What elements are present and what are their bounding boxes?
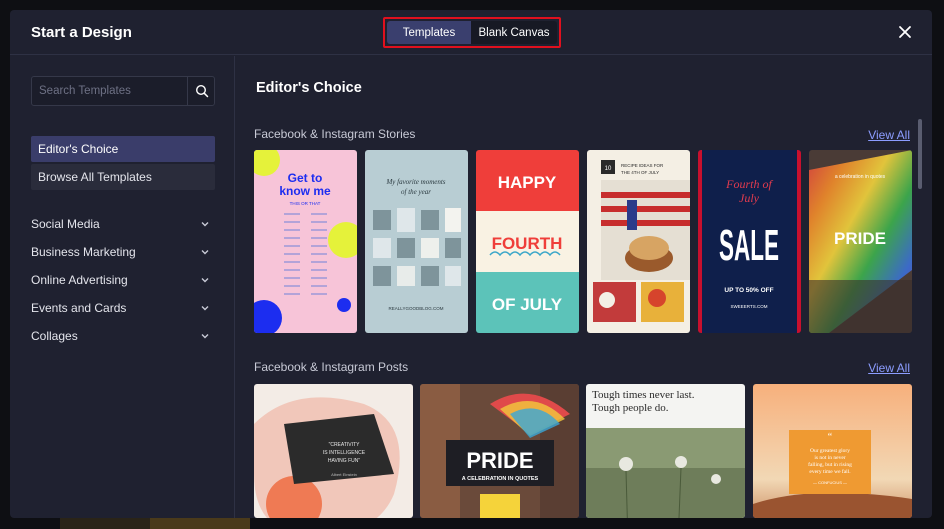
template-text: OF JULY: [492, 295, 563, 314]
category-label: Events and Cards: [31, 301, 127, 315]
template-text: of the year: [401, 188, 431, 196]
category-business-marketing[interactable]: Business Marketing: [31, 242, 215, 262]
template-text: Albert Einstein: [331, 472, 357, 477]
template-text: UP TO 50% OFF: [724, 287, 773, 294]
tab-templates[interactable]: Templates: [387, 21, 471, 44]
tab-blank-canvas[interactable]: Blank Canvas: [471, 21, 557, 44]
template-text: Get to: [288, 171, 323, 185]
section-label-posts: Facebook & Instagram Posts: [254, 360, 409, 374]
template-text: 10: [605, 166, 612, 172]
template-thumbnail[interactable]: My favorite moments of the year REALLYGO…: [365, 150, 468, 333]
template-text: — CONFUCIUS —: [813, 480, 847, 485]
template-thumbnail[interactable]: PRIDE A CELEBRATION IN QUOTES: [420, 384, 579, 518]
template-text: IS INTELLIGENCE: [323, 450, 366, 456]
category-label: Business Marketing: [31, 245, 136, 259]
template-text: THIS OR THAT: [290, 201, 321, 206]
template-text: SALE: [719, 221, 779, 270]
close-button[interactable]: [896, 23, 914, 41]
template-text: FOURTH: [492, 234, 563, 253]
template-text: THE 4TH OF JULY: [621, 170, 659, 175]
template-text: every time we fall.: [809, 468, 851, 475]
nav-editors-choice[interactable]: Editor's Choice: [31, 136, 215, 162]
search-icon: [195, 84, 208, 98]
mode-toggle: Templates Blank Canvas: [383, 17, 561, 48]
category-social-media[interactable]: Social Media: [31, 214, 215, 234]
template-text: falling, but in rising: [808, 461, 852, 468]
category-events-and-cards[interactable]: Events and Cards: [31, 298, 215, 318]
template-text: RECIPE IDEAS FOR: [621, 163, 664, 168]
modal-header: Start a Design Templates Blank Canvas: [10, 10, 932, 55]
template-text: "CREATIVITY: [329, 442, 361, 448]
svg-text:“: “: [828, 432, 833, 443]
template-thumbnail[interactable]: HAPPY FOURTH OF JULY: [476, 150, 579, 333]
template-text: Tough people do.: [592, 402, 669, 414]
template-text: a celebration in quotes: [835, 174, 886, 180]
template-text: HAPPY: [498, 173, 557, 192]
template-text: Tough times never last.: [592, 389, 695, 401]
template-thumbnail[interactable]: 10 RECIPE IDEAS FOR THE 4TH OF JULY: [587, 150, 690, 333]
template-thumbnail[interactable]: “ Our greatest glory is not in never fal…: [753, 384, 912, 518]
chevron-down-icon: [201, 278, 209, 283]
chevron-down-icon: [201, 334, 209, 339]
template-text: SWEEERTS.COM: [731, 304, 768, 309]
template-text: REALLYGOODBLOG.COM: [389, 306, 444, 311]
view-all-posts-link[interactable]: View All: [868, 361, 910, 375]
template-text: July: [739, 191, 760, 205]
chevron-down-icon: [201, 222, 209, 227]
template-thumbnail[interactable]: a celebration in quotes PRIDE: [809, 150, 912, 333]
main-content: Editor's Choice Facebook & Instagram Sto…: [236, 56, 932, 518]
template-text: HAVING FUN": [328, 458, 360, 464]
modal-title: Start a Design: [31, 24, 132, 41]
template-thumbnail[interactable]: Tough times never last. Tough people do.: [586, 384, 745, 518]
section-heading: Editor's Choice: [256, 80, 362, 96]
start-design-modal: Start a Design Templates Blank Canvas Ed…: [10, 10, 932, 518]
category-online-advertising[interactable]: Online Advertising: [31, 270, 215, 290]
category-label: Online Advertising: [31, 273, 128, 287]
template-text: PRIDE: [834, 229, 886, 248]
category-label: Collages: [31, 329, 78, 343]
template-text: PRIDE: [466, 448, 533, 473]
template-thumbnail[interactable]: Fourth of July SALE UP TO 50% OFF SWEEER…: [698, 150, 801, 333]
template-thumbnail[interactable]: Get to know me THIS OR THAT: [254, 150, 357, 333]
chevron-down-icon: [201, 250, 209, 255]
scrollbar[interactable]: [918, 119, 922, 189]
search-input[interactable]: [32, 77, 186, 105]
close-icon: [899, 26, 911, 38]
section-label-stories: Facebook & Instagram Stories: [254, 127, 416, 141]
category-label: Social Media: [31, 217, 100, 231]
chevron-down-icon: [201, 306, 209, 311]
template-text: know me: [279, 184, 331, 198]
sidebar: Editor's Choice Browse All Templates Soc…: [10, 56, 235, 518]
template-text: Fourth of: [725, 177, 773, 191]
nav-browse-all[interactable]: Browse All Templates: [31, 164, 215, 190]
search-box: [31, 76, 215, 106]
template-text: A CELEBRATION IN QUOTES: [462, 476, 539, 482]
template-text: is not in never: [814, 455, 845, 461]
category-collages[interactable]: Collages: [31, 326, 215, 346]
search-button[interactable]: [187, 77, 215, 105]
template-text: Our greatest glory: [810, 448, 850, 454]
template-text: My favorite moments: [385, 178, 445, 186]
template-thumbnail[interactable]: "CREATIVITY IS INTELLIGENCE HAVING FUN" …: [254, 384, 413, 518]
view-all-stories-link[interactable]: View All: [868, 128, 910, 142]
